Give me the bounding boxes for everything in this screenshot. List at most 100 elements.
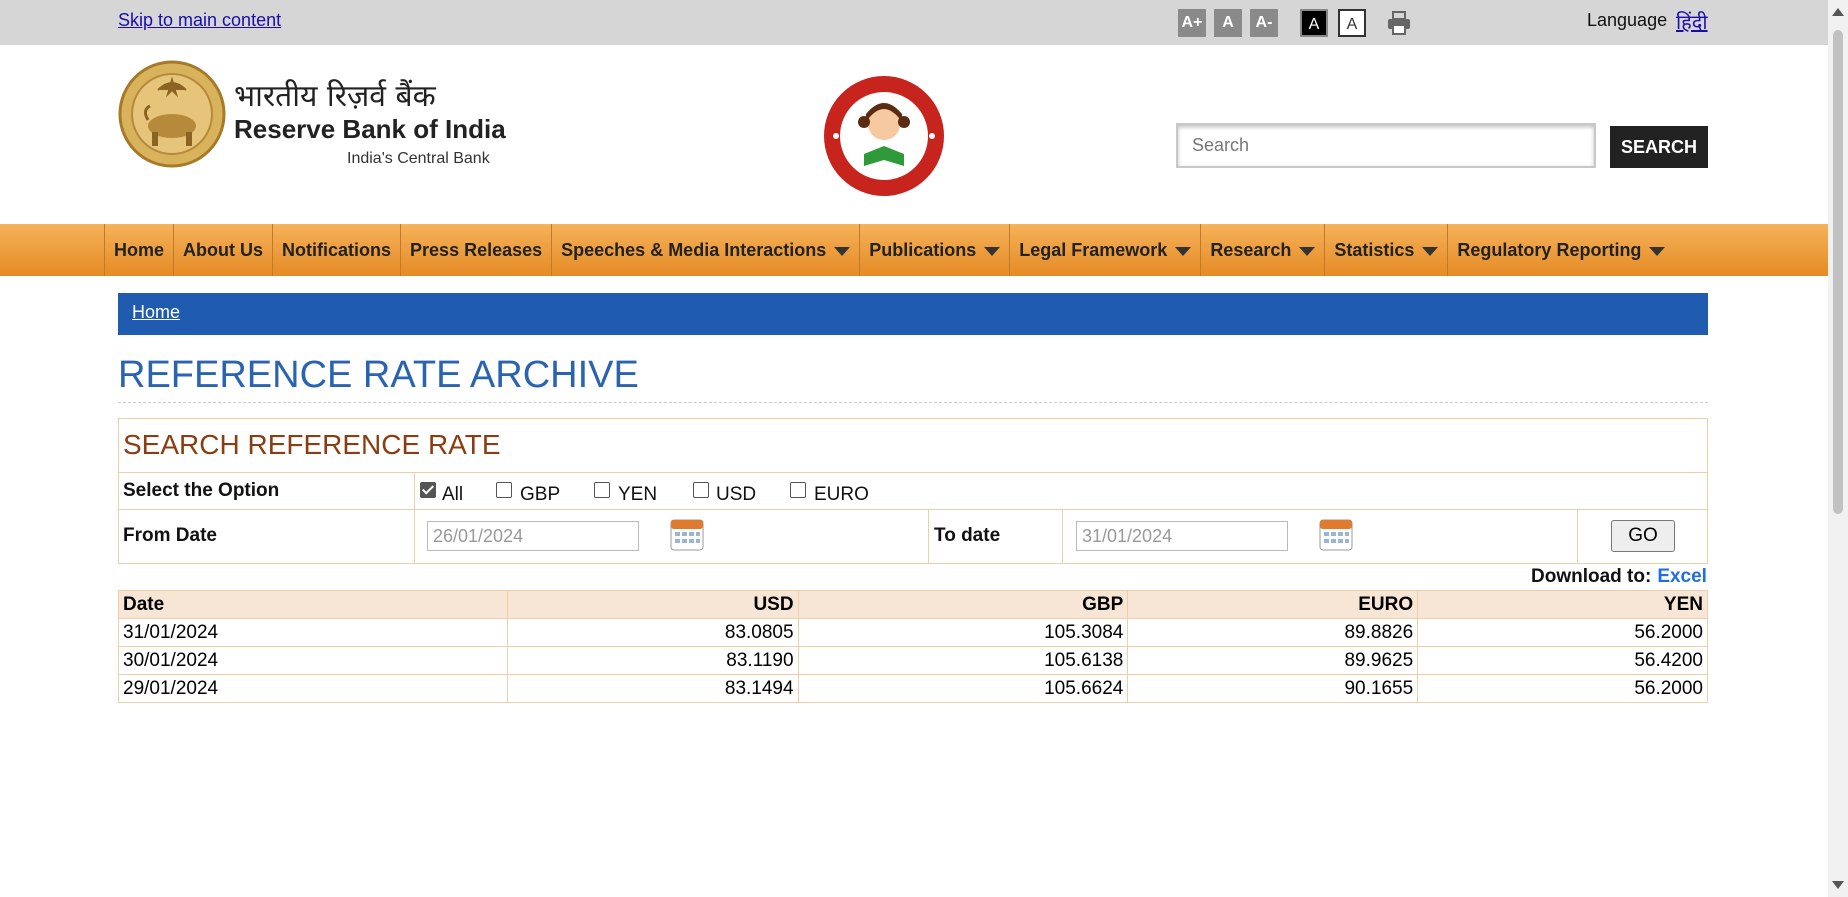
font-increase-button[interactable]: A+ (1178, 9, 1206, 37)
scroll-thumb[interactable] (1833, 30, 1843, 514)
nav-label: About Us (183, 240, 264, 260)
page-scrollbar[interactable] (1828, 0, 1848, 897)
breadcrumb: Home (118, 293, 1708, 335)
checkbox-all[interactable] (420, 482, 436, 498)
nav-about-us[interactable]: About Us (173, 224, 272, 276)
print-icon[interactable] (1386, 10, 1412, 36)
cell-yen: 56.2000 (1417, 674, 1708, 703)
row-divider (119, 472, 1707, 473)
language-label: Language (1587, 10, 1668, 30)
font-normal-button[interactable]: A (1214, 9, 1242, 37)
table-row: 30/01/2024 83.1190 105.6138 89.9625 56.4… (118, 646, 1708, 675)
nav-press-releases[interactable]: Press Releases (400, 224, 551, 276)
brand-name-english: Reserve Bank of India (234, 114, 506, 144)
hindi-language-link[interactable]: हिंदी (1676, 8, 1708, 35)
page-title: REFERENCE RATE ARCHIVE (118, 354, 639, 396)
utility-bar: Skip to main content A+ A A- A A Languag… (0, 0, 1828, 45)
cell-usd: 83.1190 (506, 646, 799, 675)
cell-date: 31/01/2024 (118, 618, 508, 647)
from-date-input[interactable]: 26/01/2024 (427, 521, 639, 551)
checkbox-label-yen: YEN (618, 484, 658, 505)
column-divider (1577, 509, 1578, 564)
nav-label: Home (114, 240, 165, 260)
col-header-euro: EURO (1127, 590, 1419, 619)
cell-gbp: 105.3084 (797, 618, 1129, 647)
download-label: Download to: (1531, 566, 1652, 587)
cell-gbp: 105.6138 (797, 646, 1129, 675)
cell-yen: 56.4200 (1417, 646, 1708, 675)
font-decrease-button[interactable]: A- (1250, 9, 1278, 37)
from-calendar-icon[interactable] (670, 519, 704, 551)
breadcrumb-home-link[interactable]: Home (132, 302, 180, 323)
reference-rate-table: Date USD GBP EURO YEN 31/01/2024 83.0805… (118, 590, 1708, 703)
nav-home[interactable]: Home (104, 224, 173, 276)
caret-down-icon (1299, 246, 1316, 256)
cell-date: 30/01/2024 (118, 646, 508, 675)
table-row: 29/01/2024 83.1494 105.6624 90.1655 56.2… (118, 674, 1708, 703)
cell-euro: 89.8826 (1127, 618, 1419, 647)
table-header-row: Date USD GBP EURO YEN (118, 590, 1708, 619)
checkbox-usd[interactable] (693, 482, 709, 498)
to-date-label: To date (934, 525, 1001, 546)
checkbox-label-all: All (442, 484, 464, 505)
nav-statistics[interactable]: Statistics (1324, 224, 1447, 276)
checkbox-label-euro: EURO (814, 484, 869, 505)
caret-down-icon (984, 246, 1001, 256)
nav-regulatory-reporting[interactable]: Regulatory Reporting (1447, 224, 1674, 276)
checkbox-label-gbp: GBP (520, 484, 561, 505)
nav-speeches-media[interactable]: Speeches & Media Interactions (551, 224, 859, 276)
caret-down-icon (1649, 246, 1666, 256)
from-date-label: From Date (123, 525, 217, 546)
select-option-label: Select the Option (123, 480, 280, 501)
column-divider (1062, 509, 1063, 564)
nav-label: Research (1210, 240, 1292, 260)
col-header-date: Date (118, 590, 508, 619)
cell-euro: 90.1655 (1127, 674, 1419, 703)
title-divider (118, 402, 1708, 403)
col-header-yen: YEN (1417, 590, 1708, 619)
skip-to-content-link[interactable]: Skip to main content (118, 10, 281, 31)
download-row: Download to: Excel (1531, 566, 1707, 588)
column-divider (414, 472, 415, 564)
caret-down-icon (834, 246, 851, 256)
nav-label: Legal Framework (1019, 240, 1168, 260)
to-date-input[interactable]: 31/01/2024 (1076, 521, 1288, 551)
nav-publications[interactable]: Publications (859, 224, 1009, 276)
nav-label: Press Releases (410, 240, 543, 260)
table-row: 31/01/2024 83.0805 105.3084 89.8826 56.2… (118, 618, 1708, 647)
cell-usd: 83.0805 (506, 618, 799, 647)
checkbox-label-usd: USD (716, 484, 757, 505)
checkbox-euro[interactable] (790, 482, 806, 498)
excel-download-link[interactable]: Excel (1657, 566, 1707, 587)
caret-down-icon (1422, 246, 1439, 256)
cell-euro: 89.9625 (1127, 646, 1419, 675)
caret-down-icon (1175, 246, 1192, 256)
cell-yen: 56.2000 (1417, 618, 1708, 647)
checkbox-yen[interactable] (594, 482, 610, 498)
normal-contrast-button[interactable]: A (1338, 9, 1366, 37)
nav-label: Publications (869, 240, 977, 260)
col-header-gbp: GBP (797, 590, 1129, 619)
nav-label: Regulatory Reporting (1457, 240, 1642, 260)
beti-bachao-logo (824, 76, 944, 196)
nav-research[interactable]: Research (1200, 224, 1324, 276)
nav-label: Statistics (1334, 240, 1415, 260)
cell-usd: 83.1494 (506, 674, 799, 703)
high-contrast-button[interactable]: A (1300, 9, 1328, 37)
nav-notifications[interactable]: Notifications (272, 224, 400, 276)
checkbox-gbp[interactable] (496, 482, 512, 498)
col-header-usd: USD (506, 590, 799, 619)
go-button[interactable]: GO (1611, 520, 1675, 552)
rbi-seal-logo[interactable] (118, 60, 226, 168)
nav-label: Notifications (282, 240, 392, 260)
brand-name-hindi: भारतीय रिज़र्व बैंक (234, 79, 436, 114)
search-button[interactable]: SEARCH (1610, 126, 1708, 168)
nav-legal-framework[interactable]: Legal Framework (1009, 224, 1200, 276)
brand-tagline: India's Central Bank (347, 150, 490, 167)
cell-gbp: 105.6624 (797, 674, 1129, 703)
search-input[interactable]: Search (1176, 123, 1596, 168)
row-divider (119, 509, 1707, 510)
to-calendar-icon[interactable] (1319, 519, 1353, 551)
scroll-down-arrow-icon[interactable] (1832, 881, 1844, 889)
scroll-up-arrow-icon[interactable] (1832, 8, 1844, 16)
